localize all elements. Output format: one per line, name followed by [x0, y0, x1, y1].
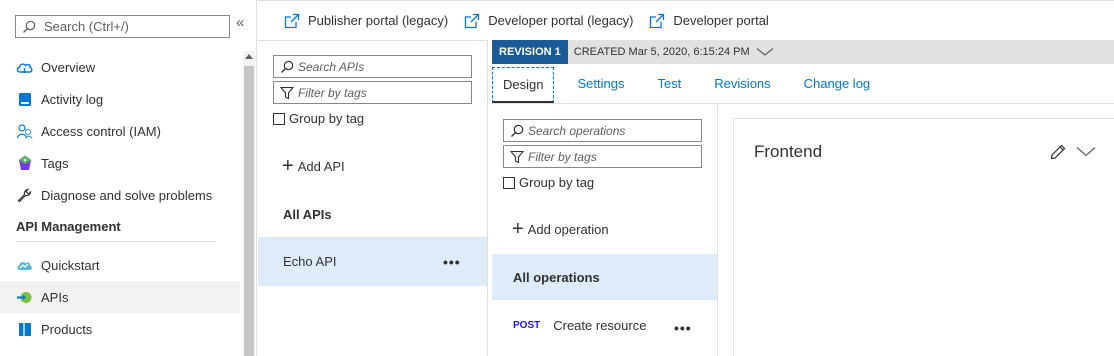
- portal-link-label: Developer portal: [673, 13, 769, 28]
- search-icon: [281, 60, 294, 73]
- pencil-icon[interactable]: [1050, 144, 1066, 160]
- tab-label: Revisions: [714, 76, 771, 91]
- tag-icon: [16, 155, 33, 172]
- operation-group-by-tag[interactable]: Group by tag: [503, 175, 594, 190]
- design-tabs: Design Settings Test Revisions Change lo…: [492, 64, 1114, 104]
- api-search-input[interactable]: [298, 59, 458, 74]
- external-link-icon: [465, 13, 480, 28]
- nav-item-label: Diagnose and solve problems: [41, 187, 213, 203]
- portal-link-label: Developer portal (legacy): [488, 13, 634, 28]
- api-more-options-icon[interactable]: •••: [443, 254, 461, 270]
- nav-item-diagnose[interactable]: Diagnose and solve problems: [0, 179, 240, 211]
- nav-scrollbar[interactable]: [243, 51, 255, 356]
- tab-test[interactable]: Test: [647, 64, 691, 104]
- developer-portal-legacy-link[interactable]: Developer portal (legacy): [464, 13, 633, 29]
- add-api-label: Add API: [297, 158, 345, 174]
- operation-tag-filter-input[interactable]: [528, 149, 688, 164]
- all-apis-heading[interactable]: All APIs: [283, 207, 332, 222]
- nav-item-overview[interactable]: Overview: [0, 51, 240, 83]
- api-row-label: Echo API: [283, 254, 337, 269]
- add-operation-button[interactable]: + Add operation: [512, 219, 609, 239]
- nav-item-label: Tags: [41, 155, 69, 171]
- nav-divider: [16, 241, 215, 242]
- frontend-title: Frontend: [754, 142, 823, 161]
- nav-section-title: API Management: [16, 218, 121, 234]
- plus-icon: +: [282, 155, 294, 177]
- nav-search-input[interactable]: [44, 19, 224, 34]
- plus-icon: +: [512, 218, 524, 240]
- operation-more-options-icon[interactable]: •••: [674, 320, 692, 336]
- nav-item-label: Overview: [41, 59, 96, 75]
- quickstart-cloud-icon: [16, 257, 33, 274]
- collapse-nav-icon[interactable]: «: [236, 14, 244, 31]
- revision-created-text: CREATED Mar 5, 2020, 6:15:24 PM: [573, 46, 750, 58]
- left-nav: « Overview Activity log Access control (…: [0, 0, 257, 356]
- api-tag-filter-input[interactable]: [298, 85, 458, 100]
- revision-created[interactable]: CREATED Mar 5, 2020, 6:15:24 PM: [574, 46, 774, 58]
- all-operations-label: All operations: [513, 269, 600, 285]
- scrollbar-thumb[interactable]: [244, 66, 254, 356]
- http-method-badge: POST: [513, 319, 541, 331]
- revision-badge[interactable]: REVISION 1: [492, 40, 568, 64]
- filter-icon: [510, 150, 524, 163]
- products-icon: [16, 321, 33, 338]
- scroll-up-arrow-icon[interactable]: [245, 54, 253, 59]
- command-bar: Publisher portal (legacy) Developer port…: [258, 0, 1114, 40]
- people-icon: [16, 123, 33, 140]
- nav-item-label: Quickstart: [41, 257, 100, 273]
- group-by-tag-label: Group by tag: [519, 175, 595, 190]
- portal-link-label: Publisher portal (legacy): [308, 13, 449, 28]
- chevron-down-icon[interactable]: [1076, 146, 1096, 157]
- operation-label: Create resource: [553, 317, 647, 333]
- nav-item-products[interactable]: Products: [0, 313, 240, 345]
- wrench-icon: [16, 187, 33, 204]
- api-search-box[interactable]: [273, 55, 472, 78]
- nav-item-label: Products: [41, 321, 93, 337]
- api-icon: [16, 289, 33, 306]
- search-icon: [511, 124, 524, 137]
- operation-search-box[interactable]: [503, 119, 702, 142]
- nav-item-label: Access control (IAM): [41, 123, 161, 139]
- nav-list: Overview Activity log Access control (IA…: [0, 51, 240, 345]
- developer-portal-link[interactable]: Developer portal: [649, 13, 769, 29]
- nav-item-label: APIs: [41, 289, 69, 305]
- tab-change-log[interactable]: Change log: [794, 64, 881, 104]
- operation-tag-filter-box[interactable]: [503, 145, 702, 168]
- search-icon: [23, 20, 36, 33]
- api-group-by-tag[interactable]: Group by tag: [273, 111, 364, 126]
- chevron-down-icon: [756, 48, 774, 56]
- add-api-button[interactable]: + Add API: [282, 156, 345, 176]
- tab-revisions[interactable]: Revisions: [704, 64, 780, 104]
- operations-column: Group by tag + Add operation All operati…: [492, 105, 718, 356]
- nav-item-activity-log[interactable]: Activity log: [0, 83, 240, 115]
- group-by-tag-checkbox[interactable]: [503, 176, 515, 189]
- nav-item-tags[interactable]: Tags: [0, 147, 240, 179]
- nav-item-apis[interactable]: APIs: [0, 281, 240, 313]
- nav-search-box[interactable]: [15, 15, 230, 38]
- apis-column: Group by tag + Add API All APIs Echo API…: [258, 40, 488, 356]
- add-operation-label: Add operation: [527, 221, 609, 237]
- revision-bar: REVISION 1 CREATED Mar 5, 2020, 6:15:24 …: [492, 40, 1114, 64]
- nav-item-quickstart[interactable]: Quickstart: [0, 249, 240, 281]
- operation-search-input[interactable]: [528, 123, 688, 138]
- frontend-panel: Frontend: [733, 118, 1114, 356]
- tab-label: Design: [503, 76, 544, 92]
- tab-design[interactable]: Design: [492, 66, 555, 103]
- all-operations-row[interactable]: All operations: [492, 254, 717, 300]
- group-by-tag-label: Group by tag: [289, 111, 365, 126]
- nav-item-label: Activity log: [41, 91, 104, 107]
- tab-settings[interactable]: Settings: [567, 64, 634, 104]
- external-link-icon: [650, 13, 665, 28]
- cloud-icon: [16, 59, 33, 76]
- api-tag-filter-box[interactable]: [273, 81, 472, 104]
- external-link-icon: [284, 13, 300, 28]
- tab-label: Test: [657, 76, 682, 91]
- filter-icon: [280, 86, 294, 99]
- activity-log-icon: [16, 91, 33, 108]
- tab-label: Settings: [577, 76, 625, 91]
- nav-item-access-control[interactable]: Access control (IAM): [0, 115, 240, 147]
- tab-label: Change log: [803, 76, 871, 91]
- group-by-tag-checkbox[interactable]: [273, 112, 285, 125]
- publisher-portal-legacy-link[interactable]: Publisher portal (legacy): [284, 13, 448, 29]
